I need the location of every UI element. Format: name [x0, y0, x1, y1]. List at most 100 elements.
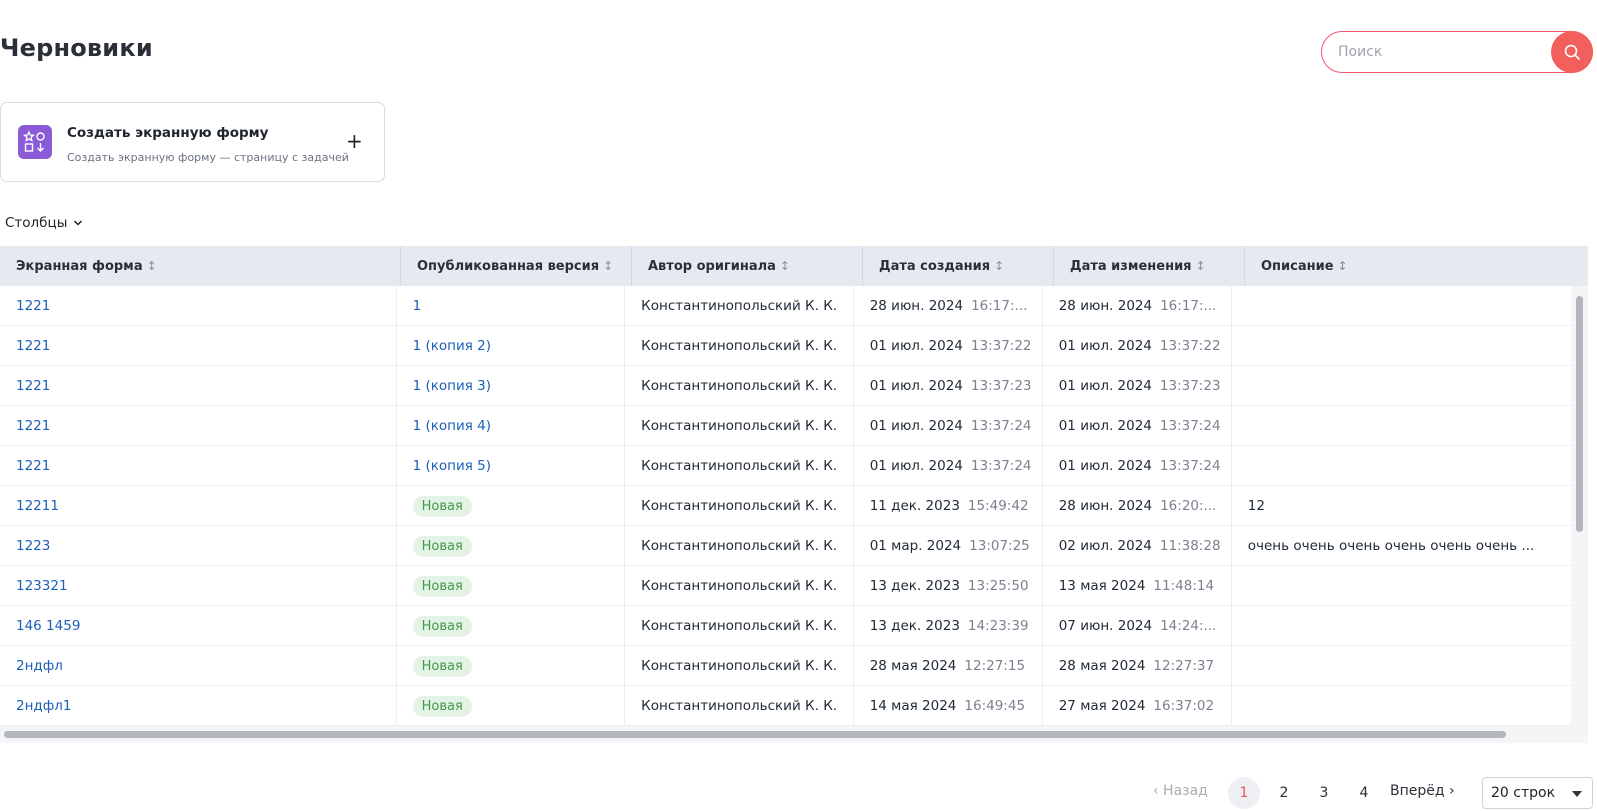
search-icon [1564, 44, 1580, 60]
search-button[interactable] [1551, 31, 1593, 73]
header-modified[interactable]: Дата изменения ↕ [1054, 246, 1245, 286]
plus-icon[interactable]: + [346, 129, 363, 153]
table-row[interactable]: 2ндфл1 Новая Константинопольский К. К. 14 м… [0, 686, 1571, 726]
cell-form: 146 1459 [0, 606, 397, 646]
cell-created: 14 мая 2024 16:49:45 [854, 686, 1043, 726]
form-link[interactable]: 123321 [16, 578, 68, 594]
header-form[interactable]: Экранная форма ↕ [0, 246, 401, 286]
pagination-next[interactable]: Вперёд › [1390, 783, 1455, 799]
author-name: Константинопольский К. К. [641, 578, 838, 594]
rows-per-page-select[interactable]: 20 строк [1482, 777, 1593, 809]
table-row[interactable]: 2ндфл Новая Константинопольский К. К. 28 ма… [0, 646, 1571, 686]
create-form-card[interactable]: Создать экранную форму Создать экранную … [0, 102, 385, 182]
sort-icon[interactable]: ↕ [147, 259, 157, 273]
horizontal-scroll-thumb[interactable] [4, 731, 1506, 738]
cell-description [1232, 606, 1571, 646]
header-author[interactable]: Автор оригинала ↕ [632, 246, 863, 286]
author-name: Константинопольский К. К. [641, 418, 838, 434]
cell-created: 13 дек. 2023 13:25:50 [854, 566, 1043, 606]
cell-description [1232, 566, 1571, 606]
modified-time: 13:37:24 [1159, 418, 1221, 434]
sort-icon[interactable]: ↕ [1196, 259, 1206, 273]
version-link[interactable]: 1 [413, 298, 422, 314]
vertical-scrollbar[interactable] [1571, 286, 1588, 726]
table-header: Экранная форма ↕ Опубликованная версия ↕ А… [0, 246, 1588, 286]
table-row[interactable]: 1223 Новая Константинопольский К. К. 01 мар… [0, 526, 1571, 566]
modified-time: 16:20:... [1160, 498, 1217, 514]
vertical-scroll-thumb[interactable] [1576, 296, 1583, 532]
cell-version: 1 (копия 4) [397, 406, 626, 446]
cell-author: Константинопольский К. К. [625, 526, 854, 566]
header-created[interactable]: Дата создания ↕ [863, 246, 1054, 286]
version-link[interactable]: 1 (копия 4) [413, 418, 491, 434]
table-row[interactable]: 1221 1 Константинопольский К. К. 28 июн. 20… [0, 286, 1571, 326]
cell-author: Константинопольский К. К. [625, 566, 854, 606]
version-link[interactable]: 1 (копия 3) [413, 378, 491, 394]
form-link[interactable]: 12211 [16, 498, 59, 514]
header-version[interactable]: Опубликованная версия ↕ [401, 246, 632, 286]
version-link[interactable]: 1 (копия 5) [413, 458, 491, 474]
modified-date: 28 июн. 2024 [1058, 298, 1153, 314]
cell-version: Новая [397, 606, 626, 646]
status-badge: Новая [412, 535, 472, 557]
status-badge: Новая [412, 495, 472, 517]
description-text: 12 [1247, 498, 1265, 514]
modified-date: 27 мая 2024 [1058, 698, 1146, 714]
cell-created: 01 июл. 2024 13:37:24 [854, 446, 1043, 486]
form-link[interactable]: 1223 [16, 538, 50, 554]
status-badge: Новая [412, 695, 472, 717]
form-link[interactable]: 1221 [16, 418, 50, 434]
author-name: Константинопольский К. К. [641, 298, 838, 314]
modified-time: 13:37:23 [1159, 378, 1221, 394]
sort-icon[interactable]: ↕ [1338, 259, 1348, 273]
description-text: очень очень очень очень очень очень ... [1247, 538, 1535, 554]
modified-time: 13:37:22 [1159, 338, 1221, 354]
cell-description [1232, 366, 1571, 406]
cell-created: 01 мар. 2024 13:07:25 [854, 526, 1043, 566]
form-link[interactable]: 1221 [16, 338, 50, 354]
cell-modified: 01 июл. 2024 13:37:24 [1043, 406, 1232, 446]
page-button-2[interactable]: 2 [1268, 777, 1300, 809]
sort-icon[interactable]: ↕ [994, 259, 1004, 273]
header-description[interactable]: Описание ↕ [1245, 246, 1588, 286]
form-link[interactable]: 1221 [16, 298, 50, 314]
form-link[interactable]: 2ндфл [16, 658, 63, 674]
page-button-3[interactable]: 3 [1308, 777, 1340, 809]
cell-version: 1 (копия 2) [397, 326, 626, 366]
cell-author: Константинопольский К. К. [625, 606, 854, 646]
cell-modified: 02 июл. 2024 11:38:28 [1043, 526, 1232, 566]
cell-form: 1221 [0, 286, 397, 326]
search-input[interactable] [1338, 42, 1538, 62]
table-row[interactable]: 1221 1 (копия 2) Константинопольский К. К.… [0, 326, 1571, 366]
modified-date: 02 июл. 2024 [1058, 538, 1152, 554]
table-row[interactable]: 12211 Новая Константинопольский К. К. 11 де… [0, 486, 1571, 526]
form-link[interactable]: 1221 [16, 378, 50, 394]
cell-form: 2ндфл1 [0, 686, 397, 726]
created-time: 13:37:23 [970, 378, 1032, 394]
table-row[interactable]: 1221 1 (копия 3) Константинопольский К. К.… [0, 366, 1571, 406]
created-time: 12:27:15 [964, 658, 1026, 674]
page-button-4[interactable]: 4 [1348, 777, 1380, 809]
created-date: 28 июн. 2024 [869, 298, 964, 314]
form-link[interactable]: 2ндфл1 [16, 698, 72, 714]
table-row[interactable]: 1221 1 (копия 4) Константинопольский К. К.… [0, 406, 1571, 446]
pagination-prev[interactable]: ‹ Назад [1153, 783, 1208, 799]
drafts-table: Экранная форма ↕ Опубликованная версия ↕ А… [0, 246, 1588, 746]
table-row[interactable]: 1221 1 (копия 5) Константинопольский К. К.… [0, 446, 1571, 486]
form-link[interactable]: 1221 [16, 458, 50, 474]
form-link[interactable]: 146 1459 [16, 618, 80, 634]
page-button-1[interactable]: 1 [1228, 777, 1260, 809]
created-date: 01 июл. 2024 [869, 338, 963, 354]
sort-icon[interactable]: ↕ [603, 259, 613, 273]
table-row[interactable]: 123321 Новая Константинопольский К. К. 13 д… [0, 566, 1571, 606]
cell-modified: 01 июл. 2024 13:37:24 [1043, 446, 1232, 486]
table-row[interactable]: 146 1459 Новая Константинопольский К. К. 13… [0, 606, 1571, 646]
sort-icon[interactable]: ↕ [780, 259, 790, 273]
cell-modified: 27 мая 2024 16:37:02 [1043, 686, 1232, 726]
horizontal-scrollbar[interactable] [0, 726, 1588, 743]
cell-description: очень очень очень очень очень очень ... [1232, 526, 1571, 566]
version-link[interactable]: 1 (копия 2) [413, 338, 491, 354]
cell-modified: 28 июн. 2024 16:20:... [1043, 486, 1232, 526]
columns-dropdown[interactable]: Столбцы [5, 215, 83, 231]
cell-form: 1223 [0, 526, 397, 566]
